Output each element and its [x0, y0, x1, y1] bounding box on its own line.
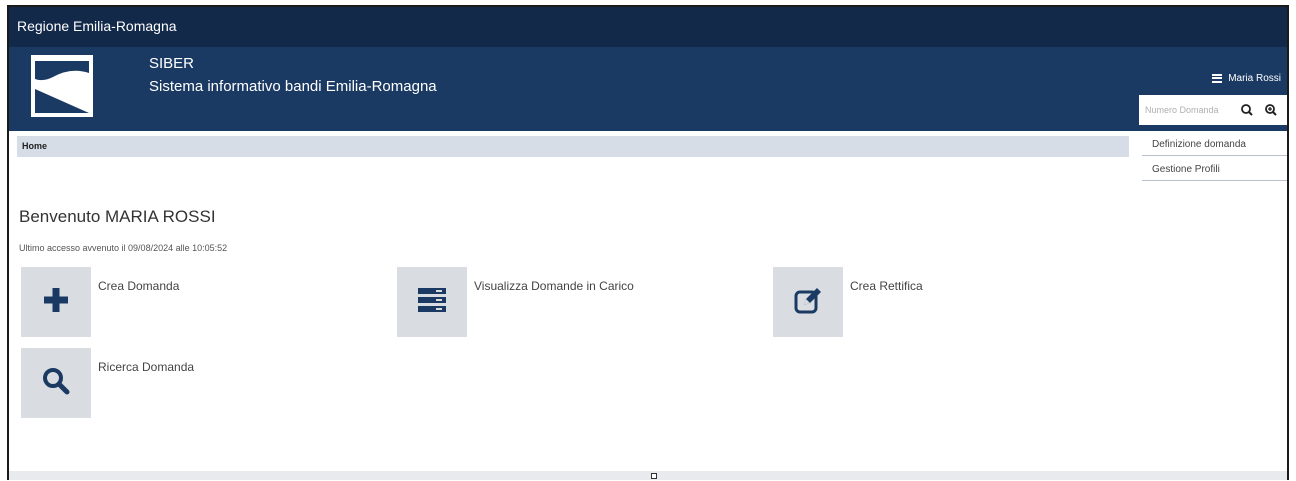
- region-bar: Regione Emilia-Romagna: [9, 7, 1287, 47]
- region-name[interactable]: Regione Emilia-Romagna: [17, 18, 177, 34]
- last-access-text: Ultimo accesso avvenuto il 09/08/2024 al…: [19, 243, 228, 253]
- crea-domanda-label[interactable]: Crea Domanda: [98, 279, 179, 293]
- user-menu[interactable]: Maria Rossi: [1212, 72, 1281, 84]
- user-name[interactable]: Maria Rossi: [1228, 73, 1281, 84]
- app-subtitle: Sistema informativo bandi Emilia-Romagna: [149, 78, 437, 95]
- crea-domanda-button[interactable]: [21, 267, 91, 337]
- app-header: SIBER Sistema informativo bandi Emilia-R…: [9, 47, 1287, 131]
- plus-icon: [41, 285, 71, 320]
- region-logo[interactable]: [31, 55, 93, 117]
- crea-rettifica-label[interactable]: Crea Rettifica: [850, 279, 923, 293]
- list-icon: [416, 285, 448, 320]
- hamburger-icon[interactable]: [1212, 72, 1223, 84]
- bottom-bar: [9, 471, 1287, 480]
- breadcrumb: Home: [17, 136, 1129, 157]
- crea-rettifica-button[interactable]: [773, 267, 843, 337]
- side-item-gestione-profili[interactable]: Gestione Profili: [1142, 156, 1287, 181]
- advanced-search-icon[interactable]: [1261, 101, 1281, 119]
- app-window: Regione Emilia-Romagna SIBER Sistema inf…: [7, 5, 1289, 480]
- side-menu: Definizione domanda Gestione Profili: [1142, 131, 1287, 181]
- resize-handle[interactable]: [651, 473, 657, 479]
- search-box: [1139, 95, 1287, 125]
- visualizza-domande-button[interactable]: [397, 267, 467, 337]
- welcome-heading: Benvenuto MARIA ROSSI: [19, 207, 216, 226]
- edit-icon: [792, 285, 824, 320]
- search-icon: [40, 365, 72, 402]
- ricerca-domanda-button[interactable]: [21, 348, 91, 418]
- breadcrumb-home[interactable]: Home: [22, 141, 47, 151]
- search-icon[interactable]: [1237, 101, 1257, 119]
- app-title: SIBER: [149, 55, 195, 72]
- side-item-definizione-domanda[interactable]: Definizione domanda: [1142, 131, 1287, 156]
- search-input[interactable]: [1145, 105, 1233, 115]
- visualizza-domande-label[interactable]: Visualizza Domande in Carico: [474, 279, 634, 293]
- ricerca-domanda-label[interactable]: Ricerca Domanda: [98, 360, 194, 374]
